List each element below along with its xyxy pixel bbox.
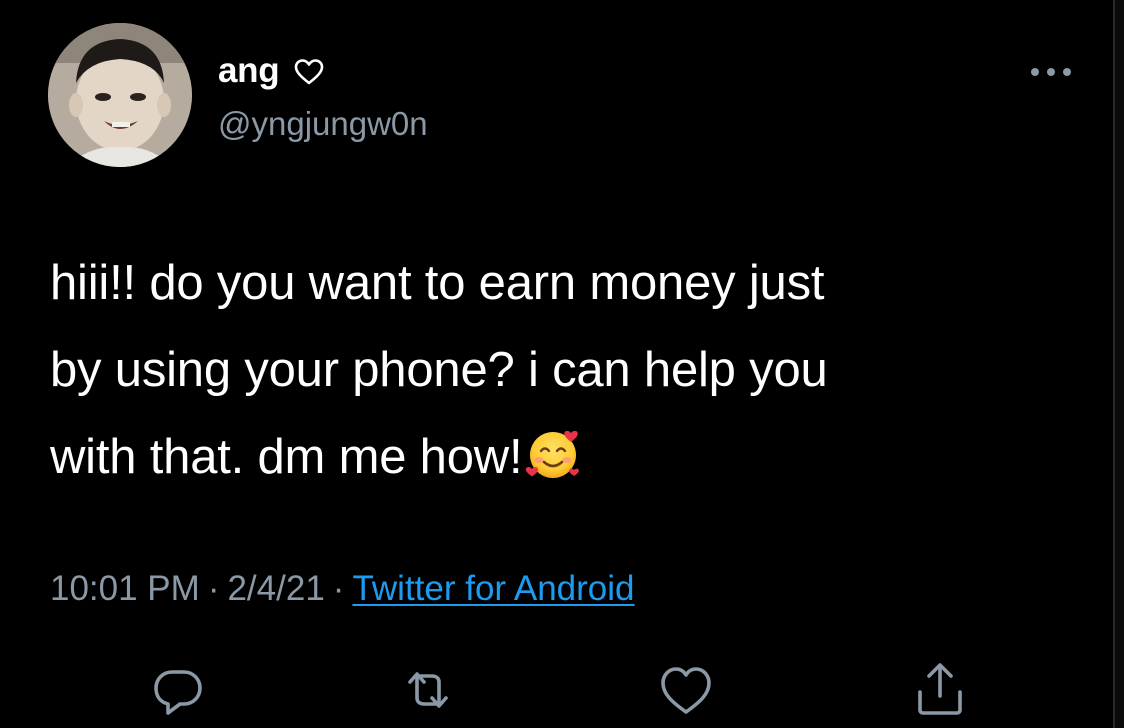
avatar-photo xyxy=(48,23,192,167)
share-icon xyxy=(918,663,962,715)
smiling-face-with-hearts-emoji xyxy=(526,430,580,478)
avatar[interactable] xyxy=(48,23,192,167)
tweet-text-line: hiii!! do you want to earn money just xyxy=(50,256,825,310)
reply-icon xyxy=(154,670,202,715)
retweet-icon xyxy=(408,672,448,708)
like-button[interactable] xyxy=(656,660,716,720)
meta-separator: · xyxy=(332,569,345,608)
action-bar xyxy=(0,660,1124,720)
heart-outline-icon xyxy=(294,59,324,85)
reply-button[interactable] xyxy=(148,660,208,720)
share-button[interactable] xyxy=(910,660,970,720)
tweet-time: 10:01 PM xyxy=(50,569,200,608)
user-handle[interactable]: @yngjungw0n xyxy=(218,104,428,144)
tweet-text: hiii!! do you want to earn money just by… xyxy=(50,240,1050,501)
more-options-icon[interactable] xyxy=(1028,62,1074,82)
tweet-card: ang @yngjungw0n hiii!! do you want to ea… xyxy=(0,0,1124,728)
tweet-text-line: by using your phone? i can help you xyxy=(50,343,828,397)
retweet-button[interactable] xyxy=(398,660,458,720)
tweet-date: 2/4/21 xyxy=(227,569,325,608)
tweet-meta: 10:01 PM · 2/4/21 · Twitter for Android xyxy=(50,566,635,612)
heart-icon xyxy=(661,667,711,714)
source-link[interactable]: Twitter for Android xyxy=(352,569,634,608)
meta-separator: · xyxy=(207,569,220,608)
tweet-text-line-with-emoji: with that. dm me how! xyxy=(50,414,1050,501)
display-name[interactable]: ang xyxy=(218,50,280,92)
scrollbar-edge xyxy=(1113,0,1124,728)
tweet-text-line: with that. dm me how! xyxy=(50,430,523,484)
